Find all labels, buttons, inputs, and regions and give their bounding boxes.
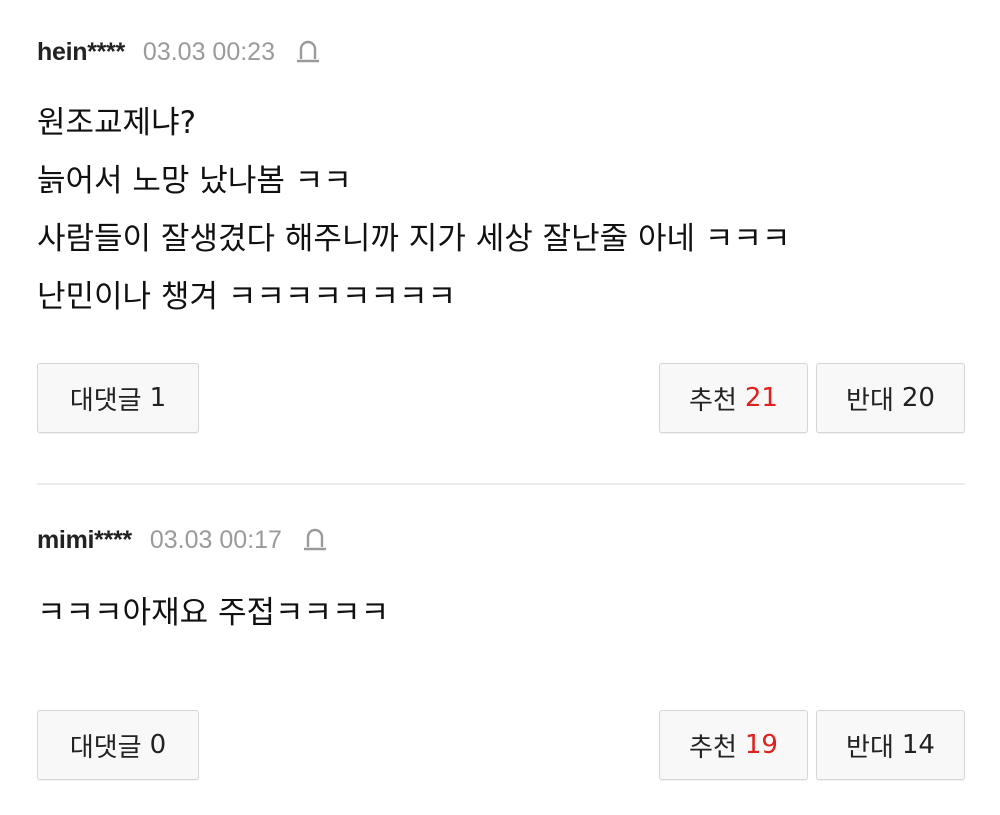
comment-author[interactable]: hein**** <box>37 38 125 67</box>
comment-time: 03.03 00:23 <box>142 37 275 66</box>
comment-meta: mimi**** 03.03 00:17 <box>37 520 328 560</box>
oppose-count: 14 <box>901 730 935 760</box>
comment-time: 03.03 00:17 <box>149 525 282 554</box>
comment-body-line: 사람들이 잘생겼다 해주니까 지가 세상 잘난줄 아네 ㅋㅋㅋ <box>37 221 791 257</box>
oppose-label: 반대 <box>846 385 894 416</box>
oppose-label: 반대 <box>846 732 894 763</box>
oppose-button[interactable]: 반대 14 <box>816 710 965 780</box>
report-siren-icon[interactable] <box>295 38 321 66</box>
comment-body: ㅋㅋㅋ아재요 주접ㅋㅋㅋㅋ <box>37 584 965 642</box>
reply-label: 대댓글 <box>69 385 142 416</box>
comment-body-line: 난민이나 챙겨 ㅋㅋㅋㅋㅋㅋㅋㅋ <box>37 279 456 315</box>
recommend-button[interactable]: 추천 21 <box>659 363 808 433</box>
recommend-count: 21 <box>744 383 778 413</box>
recommend-label: 추천 <box>689 732 737 763</box>
oppose-button[interactable]: 반대 20 <box>816 363 965 433</box>
reply-button[interactable]: 대댓글 0 <box>37 710 199 780</box>
report-siren-icon[interactable] <box>302 526 328 554</box>
reply-count: 0 <box>149 730 167 760</box>
comment-author[interactable]: mimi**** <box>37 526 132 555</box>
recommend-label: 추천 <box>689 385 737 416</box>
comment-body: 원조교제냐? 늙어서 노망 났나봄 ㅋㅋ 사람들이 잘생겼다 해주니까 지가 세… <box>37 94 965 326</box>
comment-body-line: 늙어서 노망 났나봄 ㅋㅋ <box>37 163 352 199</box>
reply-count: 1 <box>149 383 167 413</box>
oppose-count: 20 <box>901 383 935 413</box>
comment-body-line: ㅋㅋㅋ아재요 주접ㅋㅋㅋㅋ <box>37 595 390 631</box>
reply-label: 대댓글 <box>69 732 142 763</box>
recommend-count: 19 <box>744 730 778 760</box>
comment-body-line: 원조교제냐? <box>37 105 197 141</box>
comment-divider <box>37 483 965 485</box>
reply-button[interactable]: 대댓글 1 <box>37 363 199 433</box>
recommend-button[interactable]: 추천 19 <box>659 710 808 780</box>
comment-meta: hein**** 03.03 00:23 <box>37 32 321 72</box>
